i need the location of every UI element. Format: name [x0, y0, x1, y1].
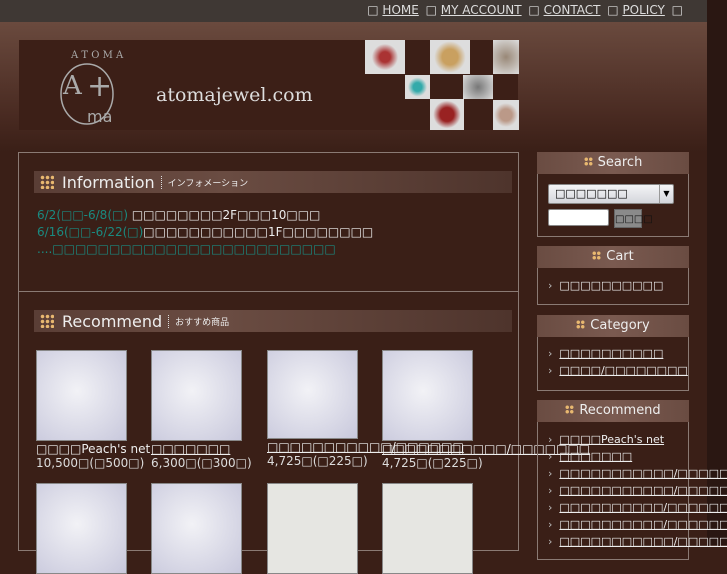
product-card: [267, 483, 382, 574]
info-date: 6/2(□□-6/8(□): [37, 208, 129, 222]
dots-icon: [576, 320, 586, 329]
jewel-thumb: [430, 40, 470, 74]
jewel-thumb: [493, 100, 519, 130]
nav-home[interactable]: HOME: [382, 3, 418, 17]
heading-subtitle: おすすめ商品: [168, 314, 229, 328]
product-image[interactable]: [267, 350, 358, 439]
svg-text:A T O M A: A T O M A: [70, 50, 124, 61]
svg-text:ma: ma: [87, 107, 112, 126]
product-card: □□□□Peach's net 10,500□(□500□): [36, 350, 151, 470]
category-link[interactable]: □□□□□□□□□□: [559, 347, 663, 360]
top-bar: □ HOME □ MY ACCOUNT □ CONTACT □ POLICY □: [0, 0, 707, 22]
recommend-heading: Recommend おすすめ商品: [34, 310, 512, 332]
product-image[interactable]: [267, 483, 358, 574]
product-image[interactable]: [151, 483, 242, 574]
nav-policy[interactable]: POLICY: [622, 3, 664, 17]
product-name[interactable]: □□□□□□□□□□□/□□□□□□□: [382, 442, 590, 456]
search-category-select[interactable]: □□□□□□□ ▼: [548, 184, 674, 204]
info-date: 6/16(□□-6/22(□): [37, 225, 144, 239]
product-card: [151, 483, 266, 574]
category-heading: Category: [537, 315, 689, 337]
product-card: □□□□□□□□□□□/□□□□□□ 4,725□(□225□): [267, 350, 464, 468]
product-name[interactable]: □□□□□□□□□□□/□□□□□□: [267, 440, 464, 454]
product-card: □□□□□□□ 6,300□(□300□): [151, 350, 266, 470]
dots-icon: [565, 405, 575, 414]
nav-my-account[interactable]: MY ACCOUNT: [441, 3, 522, 17]
product-price: 4,725□(□225□): [382, 456, 483, 470]
recommend-link[interactable]: □□□□□□□: [559, 450, 632, 463]
sidebar-recommend-box: □□□□Peach's net □□□□□□□ □□□□□□□□□□□/□□□□…: [537, 400, 727, 560]
info-date: ....: [37, 242, 53, 256]
information-heading: Information インフォメーション: [34, 171, 512, 193]
dots-icon: [40, 175, 54, 189]
jewel-thumb: [365, 40, 405, 74]
info-line: ....□□□□□□□□□□□□□□□□□□□□□□□□□: [37, 242, 336, 256]
product-price: 10,500□(□500□): [36, 456, 145, 470]
select-value: □□□□□□□: [555, 187, 628, 200]
sidebar-recommend-heading: Recommend: [537, 400, 689, 422]
search-input[interactable]: [548, 209, 609, 226]
site-name: atomajewel.com: [156, 84, 313, 106]
cart-heading: Cart: [537, 246, 689, 268]
heading-subtitle: インフォメーション: [160, 175, 248, 189]
product-price: 4,725□(□225□): [267, 454, 368, 468]
nav-contact[interactable]: CONTACT: [544, 3, 601, 17]
site-header: A T O M A A + ma atomajewel.com: [19, 40, 519, 130]
recommend-link[interactable]: □□□□Peach's net: [559, 433, 664, 446]
logo[interactable]: A T O M A A + ma: [51, 44, 131, 126]
dots-icon: [583, 157, 593, 166]
product-name[interactable]: □□□□□□□: [151, 442, 266, 456]
recommend-link[interactable]: □□□□□□□□□□/□□□□□□: [559, 501, 727, 514]
product-image[interactable]: [36, 483, 127, 574]
product-image[interactable]: [151, 350, 242, 441]
info-line: 6/2(□□-6/8(□) □□□□□□□□2F□□□10□□□: [37, 208, 320, 222]
product-image[interactable]: [36, 350, 127, 441]
heading-title: Search: [597, 155, 643, 170]
product-image[interactable]: [382, 483, 473, 574]
cart-item-label: □□□□□□□□□□: [559, 279, 664, 292]
product-card: [36, 483, 151, 574]
dots-icon: [592, 251, 602, 260]
jewel-thumb: [405, 75, 430, 99]
info-line: 6/16(□□-6/22(□)□□□□□□□□□□□1F□□□□□□□□: [37, 225, 373, 239]
svg-text:A: A: [62, 71, 83, 101]
top-nav: □ HOME □ MY ACCOUNT □ CONTACT □ POLICY □: [367, 3, 683, 17]
heading-title: Information: [62, 172, 155, 192]
info-text: □□□□□□□□□□□□□□□□□□□□□□□□□: [52, 242, 336, 256]
search-button[interactable]: □□□□: [614, 209, 653, 228]
heading-title: Cart: [606, 249, 634, 264]
category-link[interactable]: □□□□/□□□□□□□□: [559, 364, 687, 377]
recommend-link[interactable]: □□□□□□□□□□□/□□□□□□: [559, 535, 727, 548]
recommend-link[interactable]: □□□□□□□□□□□/□□□□□□: [559, 467, 727, 480]
product-card: [382, 483, 497, 574]
cart-item: □□□□□□□□□□: [548, 277, 688, 294]
product-name[interactable]: □□□□Peach's net: [36, 442, 151, 456]
heading-title: Category: [590, 318, 650, 333]
product-card: □□□□□□□□□□□/□□□□□□□ 4,725□(□225□): [382, 350, 590, 470]
search-heading: Search: [537, 152, 689, 174]
jewel-thumb: [463, 75, 493, 99]
product-image[interactable]: [382, 350, 473, 441]
jewel-thumb: [493, 40, 519, 74]
right-edge: [707, 0, 727, 545]
dots-icon: [40, 314, 54, 328]
info-text: □□□□□□□□2F□□□10□□□: [128, 208, 321, 222]
info-text: □□□□□□□□□□□1F□□□□□□□□: [143, 225, 374, 239]
svg-text:+: +: [87, 69, 112, 104]
heading-title: Recommend: [62, 311, 163, 331]
product-price: 6,300□(□300□): [151, 456, 252, 470]
recommend-link[interactable]: □□□□□□□□□□/□□□□□□□: [559, 518, 727, 531]
jewel-thumb: [430, 99, 464, 130]
heading-title: Recommend: [579, 403, 661, 418]
chevron-down-icon: ▼: [659, 185, 673, 203]
recommend-link[interactable]: □□□□□□□□□□□/□□□□□□□: [559, 484, 727, 497]
information-panel: Information インフォメーション 6/2(□□-6/8(□) □□□□□…: [18, 152, 519, 292]
